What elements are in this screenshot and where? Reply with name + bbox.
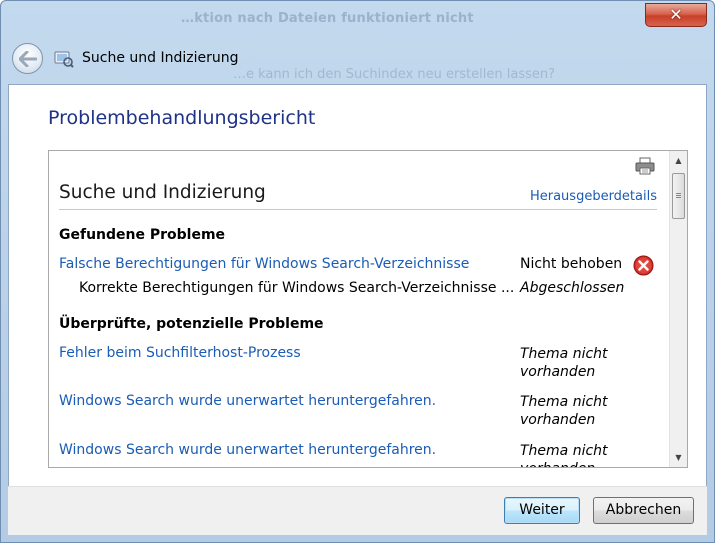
checked-problem-status: Thema nicht vorhanden [520,443,608,467]
section-divider [59,209,657,210]
checked-problem-status: Thema nicht vorhanden [520,394,608,428]
cancel-button[interactable]: Abbrechen [593,497,694,524]
error-icon [633,255,654,276]
found-problems-header: Gefundene Probleme [59,227,226,243]
content-area: Problembehandlungsbericht Suche und Indi… [8,84,707,535]
background-window-title: …ktion nach Dateien funktioniert nicht [181,11,474,26]
back-button[interactable] [12,43,43,74]
report-panel: Suche und Indizierung Herausgeberdetails… [48,150,688,468]
close-icon: ✕ [669,5,683,24]
background-window-subtitle: …e kann ich den Suchindex neu erstellen … [233,67,556,82]
dialog-footer: Weiter Abbrechen [8,486,707,535]
window-title: Suche und Indizierung [82,50,239,66]
publisher-details-link[interactable]: Herausgeberdetails [530,189,657,204]
troubleshooter-icon [54,51,74,68]
vertical-scrollbar[interactable]: ▲ ▼ [669,151,687,467]
report-section-title: Suche und Indizierung [59,182,266,203]
checked-problem-link[interactable]: Fehler beim Suchfilterhost-Prozess [59,345,301,361]
scrollbar-thumb[interactable] [672,173,685,219]
print-icon[interactable] [635,157,655,175]
resolution-step: Korrekte Berechtigungen für Windows Sear… [79,280,515,296]
checked-problem-link[interactable]: Windows Search wurde unerwartet herunter… [59,442,436,458]
close-button[interactable]: ✕ [645,3,707,27]
scroll-down-arrow-icon[interactable]: ▼ [670,449,687,466]
problem-status: Nicht behoben [520,256,623,272]
report-content: Suche und Indizierung Herausgeberdetails… [49,151,669,467]
page-title: Problembehandlungsbericht [48,107,316,129]
back-arrow-icon [19,51,37,67]
checked-problems-header: Überprüfte, potenzielle Probleme [59,316,324,332]
scroll-up-arrow-icon[interactable]: ▲ [670,152,687,169]
checked-problem-status: Thema nicht vorhanden [520,346,608,380]
next-button[interactable]: Weiter [504,497,580,524]
problem-link[interactable]: Falsche Berechtigungen für Windows Searc… [59,256,469,272]
checked-problem-link[interactable]: Windows Search wurde unerwartet herunter… [59,393,436,409]
resolution-status: Abgeschlossen [520,280,625,296]
